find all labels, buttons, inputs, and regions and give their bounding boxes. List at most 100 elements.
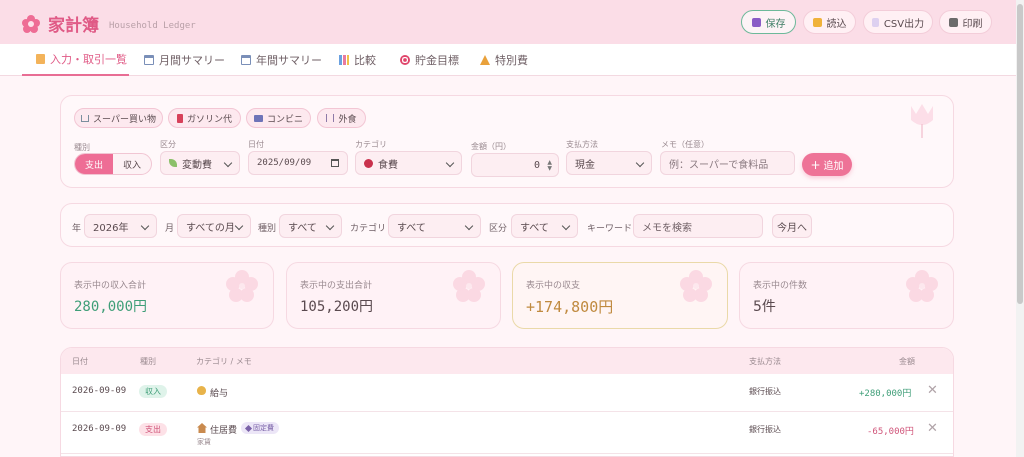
tab-monthly-summary[interactable]: 月間サマリー: [144, 44, 225, 76]
type-filter-select[interactable]: すべて: [279, 214, 342, 238]
app-header: 家計簿 Household Ledger 保存 読込 CSV出力 印刷: [0, 0, 1016, 44]
type-option-income[interactable]: 収入: [113, 154, 151, 174]
count-card: 表示中の件数 5件: [739, 262, 954, 329]
cart-icon: [81, 114, 90, 122]
tab-bar: 入力・取引一覧 月間サマリー 年間サマリー 比較 貯金目標 特別費: [0, 44, 1016, 76]
amount-input[interactable]: 0 ▲ ▼: [471, 153, 559, 177]
table-row: 2026-09-09 支出 住居費 固定費 家賃 銀行振込 -65,000円 ✕: [61, 412, 953, 454]
keyword-search-input[interactable]: メモを検索: [633, 214, 763, 238]
amount-label: 金額（円）: [471, 142, 511, 151]
scrollbar-thumb[interactable]: [1017, 4, 1023, 304]
document-icon: [871, 17, 879, 27]
income-total-value: 280,000円: [74, 299, 148, 315]
tab-special-expenses[interactable]: 特別費: [480, 44, 528, 76]
tab-savings-goal[interactable]: 貯金目標: [400, 44, 459, 76]
year-select[interactable]: 2026年: [84, 214, 157, 238]
category-label: カテゴリ: [355, 140, 387, 149]
income-total-card: 表示中の収入合計 280,000円: [60, 262, 274, 329]
chevron-down-icon: [445, 158, 455, 168]
cutlery-icon: [326, 114, 335, 122]
payment-select[interactable]: 現金: [566, 151, 652, 175]
chevron-down-icon: [140, 221, 150, 231]
food-icon: [364, 158, 373, 168]
sakura-icon: [22, 14, 40, 33]
type-label: 種別: [74, 143, 90, 152]
division-select[interactable]: 変動費: [160, 151, 240, 175]
scrollbar[interactable]: [1016, 0, 1024, 457]
sakura-icon: [906, 270, 938, 302]
quick-chip-supermarket[interactable]: スーパー買い物: [74, 108, 163, 128]
plus-icon: +: [810, 157, 821, 172]
chevron-down-icon: [223, 158, 233, 168]
memo-icon: [36, 54, 45, 64]
calendar-icon: [241, 55, 251, 65]
save-button[interactable]: 保存: [741, 10, 796, 34]
csv-export-button[interactable]: CSV出力: [863, 10, 933, 34]
load-button[interactable]: 読込: [803, 10, 856, 34]
type-badge: 支出: [139, 423, 167, 436]
category-select[interactable]: 食費: [355, 151, 462, 175]
store-icon: [253, 114, 263, 122]
category-filter-select[interactable]: すべて: [388, 214, 481, 238]
balance-value: +174,800円: [526, 298, 614, 316]
expense-total-value: 105,200円: [300, 299, 374, 315]
chevron-down-icon: [464, 221, 474, 231]
payment-label: 支払方法: [566, 140, 598, 149]
type-toggle: 支出 収入: [74, 153, 152, 175]
division-filter-select[interactable]: すべて: [511, 214, 578, 238]
app-subtitle: Household Ledger: [109, 20, 196, 31]
date-input[interactable]: 2025/09/09: [248, 151, 348, 175]
delete-icon[interactable]: ✕: [927, 383, 938, 398]
quick-chip-gasoline[interactable]: ガソリン代: [168, 108, 241, 128]
tab-compare[interactable]: 比較: [339, 44, 376, 76]
delete-icon[interactable]: ✕: [927, 421, 938, 436]
calendar-picker-icon: [331, 159, 339, 167]
target-icon: [400, 55, 410, 65]
fixed-cost-badge: 固定費: [241, 422, 279, 434]
this-month-button[interactable]: 今月へ: [772, 214, 812, 238]
sakura-icon: [226, 270, 258, 302]
table-header: 日付 種別 カテゴリ / メモ 支払方法 金額: [61, 348, 953, 374]
balance-card: 表示中の収支 +174,800円: [512, 262, 728, 329]
memo-label: メモ（任意）: [661, 140, 709, 149]
quick-chip-convenience-store[interactable]: コンビニ: [246, 108, 311, 128]
filter-card: 年 2026年 月 すべての月 種別 すべて カテゴリ すべて 区分 すべて キ…: [60, 203, 954, 247]
floppy-disk-icon: [751, 17, 761, 27]
folder-icon: [812, 17, 822, 27]
add-button[interactable]: + 追加: [802, 153, 852, 176]
table-row: 2026-09-09 収入 給与 銀行振込 +280,000円 ✕: [61, 374, 953, 412]
chevron-down-icon: [325, 221, 335, 231]
bar-chart-icon: [339, 55, 349, 65]
sakura-icon: [453, 270, 485, 302]
division-label: 区分: [160, 140, 176, 149]
type-option-expense[interactable]: 支出: [75, 154, 113, 174]
date-label: 日付: [248, 140, 264, 149]
print-button[interactable]: 印刷: [939, 10, 992, 34]
spinner-icon: ▲ ▼: [547, 159, 552, 172]
quick-chip-eating-out[interactable]: 外食: [317, 108, 366, 128]
fuel-icon: [176, 113, 183, 123]
app-logo: 家計簿 Household Ledger: [22, 11, 196, 36]
expense-total-card: 表示中の支出合計 105,200円: [286, 262, 501, 329]
tulip-icon: [911, 104, 933, 138]
chevron-down-icon: [635, 158, 645, 168]
calendar-icon: [144, 55, 154, 65]
sakura-icon: [680, 270, 712, 302]
transactions-table: 日付 種別 カテゴリ / メモ 支払方法 金額 2026-09-09 収入 給与…: [60, 347, 954, 457]
tab-entry-list[interactable]: 入力・取引一覧: [22, 44, 129, 76]
house-icon: [197, 423, 207, 433]
month-select[interactable]: すべての月: [177, 214, 251, 238]
party-icon: [480, 55, 490, 65]
tab-yearly-summary[interactable]: 年間サマリー: [241, 44, 322, 76]
memo-input[interactable]: 例：スーパーで食料品: [660, 151, 795, 175]
gem-icon: [244, 424, 253, 432]
type-badge: 収入: [139, 385, 167, 398]
printer-icon: [948, 17, 958, 27]
chevron-down-icon: [234, 221, 244, 231]
seedling-icon: [169, 159, 177, 167]
app-title: 家計簿: [48, 16, 99, 36]
memo-text: 家賃: [197, 438, 211, 446]
money-bag-icon: [197, 386, 206, 395]
chevron-down-icon: [561, 221, 571, 231]
count-value: 5件: [753, 299, 776, 315]
